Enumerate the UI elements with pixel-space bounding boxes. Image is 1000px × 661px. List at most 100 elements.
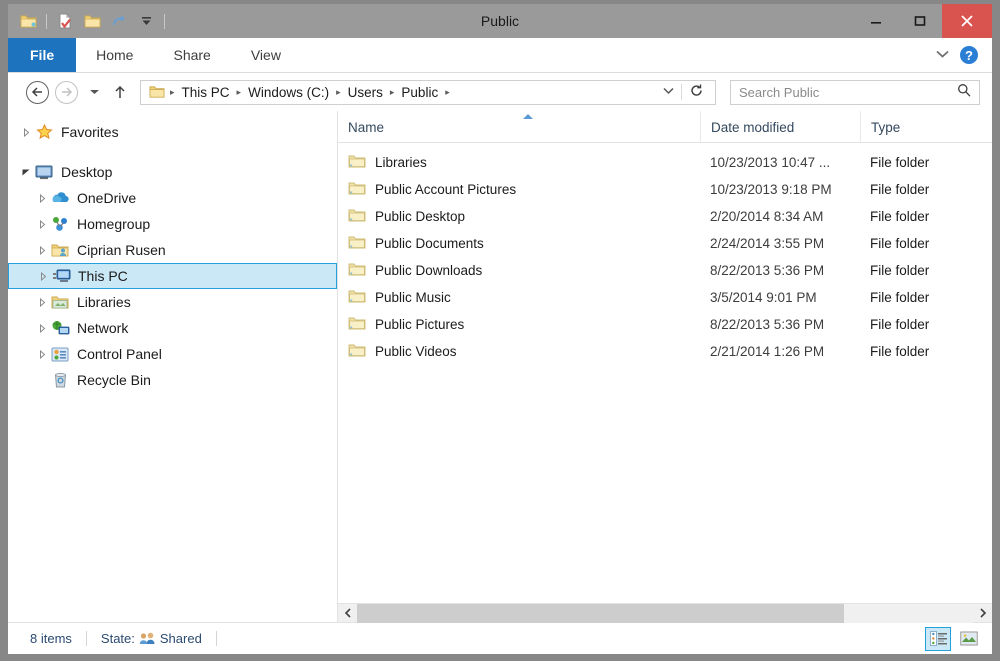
details-view-button[interactable] [925,626,951,651]
breadcrumb-item-public[interactable]: Public [397,85,442,100]
expand-arrow-icon[interactable] [18,127,34,137]
column-header-label: Name [348,120,385,135]
file-name-cell[interactable]: Public Account Pictures [338,181,700,199]
table-row[interactable]: Public Videos 2/21/2014 1:26 PM File folde… [338,338,992,365]
column-header-label: Date modified [711,120,795,135]
file-name-cell[interactable]: Public Music [338,289,700,307]
folder-icon[interactable] [16,9,40,33]
scrollbar-track[interactable] [357,603,973,623]
sidebar-item-desktop[interactable]: Desktop [8,159,337,185]
maximize-button[interactable] [898,4,942,38]
file-name-cell[interactable]: Public Videos [338,343,700,361]
date-modified-cell: 10/23/2013 9:18 PM [710,182,832,197]
view-mode-buttons [925,626,982,651]
scroll-left-button[interactable] [338,604,357,623]
sidebar-item-label: Desktop [61,164,113,180]
sidebar-item-homegroup[interactable]: Homegroup [8,211,337,237]
sidebar-item-libraries[interactable]: Libraries [8,289,337,315]
breadcrumb-separator-3[interactable]: ▸ [388,87,397,98]
horizontal-scrollbar[interactable] [338,603,992,623]
up-button[interactable] [110,81,130,103]
file-list-pane: Name Date modified Type Libraries 10/23/2… [338,111,992,623]
folder-icon [348,262,375,280]
refresh-icon[interactable] [681,84,711,100]
breadcrumb: ▸ This PC ▸ Windows (C:) ▸ Users ▸ Publi… [147,85,656,100]
table-row[interactable]: Public Documents 2/24/2014 3:55 PM File fo… [338,230,992,257]
search-box[interactable]: Search Public [730,79,980,105]
sidebar-item-network[interactable]: Network [8,315,337,341]
shared-users-icon [139,632,156,646]
onedrive-icon [50,189,70,207]
folder-icon [348,316,375,334]
table-row[interactable]: Public Music 3/5/2014 9:01 PM File folder [338,284,992,311]
expand-arrow-icon[interactable] [34,193,50,203]
sidebar-item-this-pc[interactable]: This PC [8,263,337,289]
table-row[interactable]: Public Desktop 2/20/2014 8:34 AM File fold… [338,203,992,230]
date-modified-cell: 2/24/2014 3:55 PM [710,236,825,251]
folder-icon [348,208,375,226]
customize-chevron-icon[interactable] [134,9,158,33]
breadcrumb-dropdown-icon[interactable] [656,86,681,98]
table-row[interactable]: Public Pictures 8/22/2013 5:36 PM File fol… [338,311,992,338]
recycle-bin-icon [50,371,70,389]
user-folder-icon [50,241,70,259]
expand-arrow-icon[interactable] [34,349,50,359]
back-button[interactable] [26,80,49,104]
breadcrumb-item-this-pc[interactable]: This PC [178,85,234,100]
help-icon[interactable]: ? [960,46,978,64]
column-header-date-modified[interactable]: Date modified [700,111,860,142]
item-count-label: 8 items [30,631,72,646]
minimize-button[interactable] [854,4,898,38]
scroll-right-button[interactable] [973,604,992,623]
collapse-arrow-icon[interactable] [18,169,34,176]
sidebar-item-control-panel[interactable]: Control Panel [8,341,337,367]
scrollbar-thumb[interactable] [357,603,844,623]
sidebar-item-label: Recycle Bin [77,372,151,388]
tab-home[interactable]: Home [76,38,153,72]
table-row[interactable]: Libraries 10/23/2013 10:47 ... File folder [338,149,992,176]
column-header-name[interactable]: Name [338,111,700,142]
table-row[interactable]: Public Account Pictures 10/23/2013 9:18 P… [338,176,992,203]
new-folder-icon[interactable] [80,9,104,33]
large-icons-view-button[interactable] [956,627,982,651]
breadcrumb-separator-2[interactable]: ▸ [334,87,343,98]
properties-icon[interactable] [53,9,77,33]
sidebar-item-favorites[interactable]: Favorites [8,119,337,145]
file-name-cell[interactable]: Libraries [338,154,700,172]
breadcrumb-bar[interactable]: ▸ This PC ▸ Windows (C:) ▸ Users ▸ Publi… [140,79,716,105]
expand-ribbon-chevron-icon[interactable] [935,46,950,64]
expand-arrow-icon[interactable] [34,245,50,255]
tab-view[interactable]: View [231,38,301,72]
column-header-type[interactable]: Type [860,111,992,142]
breadcrumb-separator-1[interactable]: ▸ [235,87,244,98]
file-name-cell[interactable]: Public Downloads [338,262,700,280]
expand-arrow-icon[interactable] [34,323,50,333]
expand-arrow-icon[interactable] [35,271,51,281]
recent-locations-chevron-icon[interactable] [84,81,104,103]
file-name-label: Public Downloads [375,263,483,278]
search-input[interactable]: Search Public [739,85,957,100]
breadcrumb-separator-4[interactable]: ▸ [443,87,452,98]
control-panel-icon [50,345,70,363]
redo-icon[interactable] [107,9,131,33]
breadcrumb-item-users[interactable]: Users [344,85,387,100]
sidebar-item-ciprian-rusen[interactable]: Ciprian Rusen [8,237,337,263]
forward-button[interactable] [55,80,78,104]
folder-icon [348,343,375,361]
breadcrumb-item-windows-c[interactable]: Windows (C:) [244,85,333,100]
search-icon[interactable] [957,83,971,102]
expand-arrow-icon[interactable] [34,297,50,307]
tab-file[interactable]: File [8,38,77,72]
sidebar-item-recycle-bin[interactable]: Recycle Bin [8,367,337,393]
tab-share[interactable]: Share [153,38,230,72]
status-divider-1 [85,631,87,646]
sidebar-item-label: Libraries [77,294,131,310]
expand-arrow-icon[interactable] [34,219,50,229]
file-name-cell[interactable]: Public Pictures [338,316,700,334]
type-cell: File folder [870,236,930,251]
sidebar-item-onedrive[interactable]: OneDrive [8,185,337,211]
file-name-cell[interactable]: Public Documents [338,235,700,253]
table-row[interactable]: Public Downloads 8/22/2013 5:36 PM File fo… [338,257,992,284]
close-button[interactable] [942,4,992,38]
file-name-cell[interactable]: Public Desktop [338,208,700,226]
